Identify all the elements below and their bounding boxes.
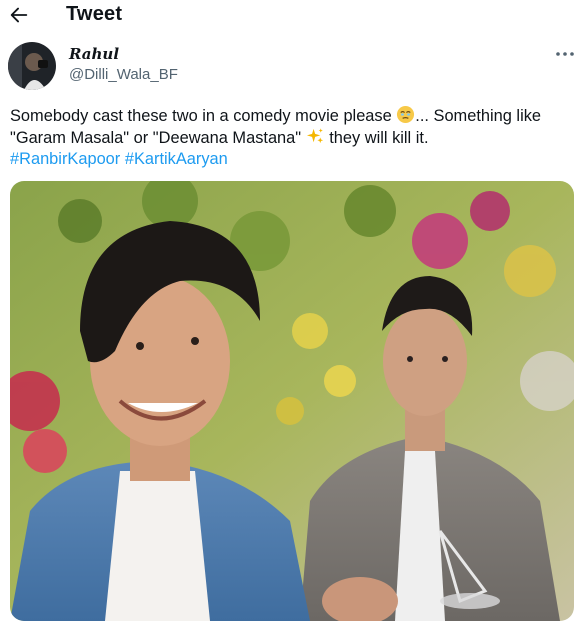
user-handle[interactable]: @Dilli_Wala_BF — [69, 66, 178, 83]
tweet-line-2-after: they will kill it. — [324, 129, 429, 147]
hashtag-kartik-aaryan[interactable]: #KartikAaryan — [125, 150, 228, 168]
display-name[interactable]: Rahul — [69, 45, 119, 63]
sparkles-icon — [306, 128, 323, 144]
face-holding-back-tears-icon — [397, 105, 415, 124]
hashtag-ranbir-kapoor[interactable]: #RanbirKapoor — [10, 150, 120, 168]
tweet-media-image[interactable] — [10, 181, 574, 621]
tweet-line-1-text: Somebody cast these two in a comedy movi… — [10, 107, 397, 125]
photo-two-men — [10, 181, 574, 621]
arrow-left-icon[interactable] — [8, 4, 30, 26]
tweet-line-2: "Garam Masala" or "Deewana Mastana" they… — [10, 127, 578, 149]
top-bar: Tweet — [0, 0, 584, 30]
tweet-text: Somebody cast these two in a comedy movi… — [10, 105, 578, 170]
page-title: Tweet — [66, 3, 123, 25]
tweet-line-2-text: "Garam Masala" or "Deewana Mastana" — [10, 129, 306, 147]
tweet-hashtags: #RanbirKapoor #KartikAaryan — [10, 149, 578, 170]
avatar[interactable] — [8, 42, 56, 90]
more-horizontal-icon[interactable] — [554, 47, 576, 61]
tweet-line-1-after: ... Something like — [415, 107, 542, 125]
tweet-line-1: Somebody cast these two in a comedy movi… — [10, 105, 578, 127]
